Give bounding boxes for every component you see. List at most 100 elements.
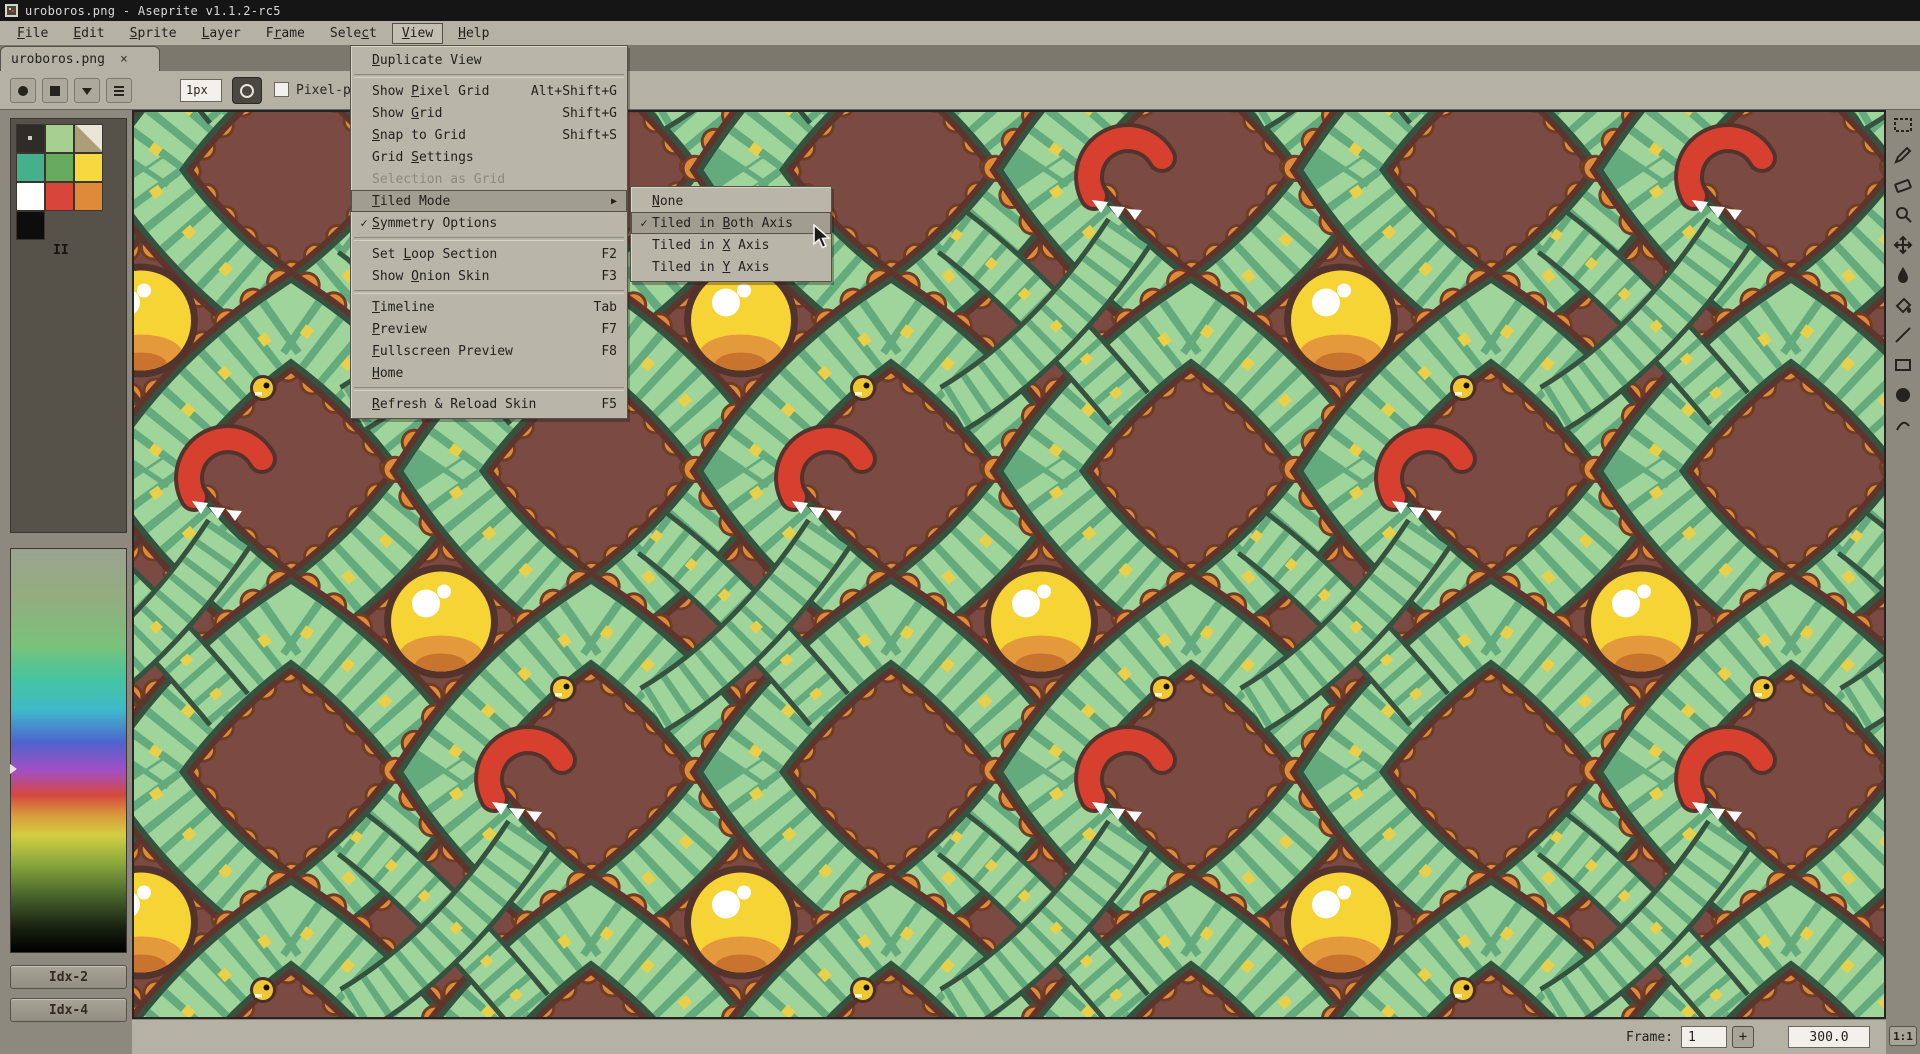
menu-item-shortcut: Tab (594, 300, 617, 315)
status-bar: Frame: 1 + 300.0 (132, 1019, 1886, 1054)
brush-size-input[interactable]: 1px (180, 79, 222, 102)
check-icon: ✓ (356, 216, 372, 230)
menu-item-label: Grid Settings (372, 150, 474, 165)
tool-contour[interactable] (1886, 410, 1920, 440)
menu-item-shortcut: Shift+S (562, 128, 617, 143)
tool-bar: 1:1 (1886, 110, 1920, 1054)
tab-close-icon[interactable]: × (117, 52, 131, 67)
menu-item-show-pixel-grid[interactable]: Show Pixel Grid Alt+Shift+G (351, 80, 627, 102)
menu-item-label: Tiled Mode (372, 194, 450, 209)
brush-preview-button[interactable] (232, 77, 262, 104)
menu-item-label: Set Loop Section (372, 247, 497, 262)
submenu-item-tiled-y-axis[interactable]: Tiled in Y Axis (631, 256, 831, 278)
palette-swatch[interactable] (16, 153, 45, 182)
menu-select[interactable]: Select (321, 24, 386, 43)
menu-edit[interactable]: Edit (64, 24, 113, 43)
menu-item-symmetry-options[interactable]: ✓ Symmetry Options (351, 212, 627, 234)
menu-view[interactable]: View (393, 24, 442, 43)
menu-item-duplicate-view[interactable]: Duplicate View (351, 49, 627, 71)
menu-item-label: Snap to Grid (372, 128, 466, 143)
menu-item-snap-to-grid[interactable]: Snap to Grid Shift+S (351, 124, 627, 146)
submenu-item-tiled-x-axis[interactable]: Tiled in X Axis (631, 234, 831, 256)
context-bar: 1px Pixel-perfect (0, 71, 1920, 110)
menu-item-selection-as-grid: Selection as Grid (351, 168, 627, 190)
index-button-2[interactable]: Idx-2 (10, 965, 127, 989)
menu-item-label: Show Onion Skin (372, 269, 489, 284)
index-button-4[interactable]: Idx-4 (10, 998, 127, 1022)
menu-separator (351, 234, 627, 243)
tool-zoom[interactable] (1886, 200, 1920, 230)
palette-swatch[interactable] (16, 211, 45, 240)
palette-swatch[interactable] (74, 182, 103, 211)
dropdown-arrow-button[interactable] (74, 78, 100, 103)
palette-swatch[interactable] (16, 124, 45, 153)
menu-separator (351, 71, 627, 80)
menu-item-shortcut: Shift+G (562, 106, 617, 121)
menu-item-label: Selection as Grid (372, 172, 505, 187)
palette-swatch[interactable] (45, 124, 74, 153)
menu-item-shortcut: F2 (601, 247, 617, 262)
palette-swatch[interactable] (74, 124, 103, 153)
tool-eyedropper[interactable] (1886, 260, 1920, 290)
tool-rectangle[interactable] (1886, 350, 1920, 380)
palette-swatches (16, 124, 106, 240)
brush-circle-button[interactable] (10, 78, 36, 103)
menu-item-show-grid[interactable]: Show Grid Shift+G (351, 102, 627, 124)
tool-pencil[interactable] (1886, 140, 1920, 170)
menu-item-refresh-reload-skin[interactable]: Refresh & Reload Skin F5 (351, 393, 627, 415)
menu-item-shortcut: F7 (601, 322, 617, 337)
palette-index-marker: II (53, 243, 69, 258)
menu-file[interactable]: File (8, 24, 57, 43)
tool-move[interactable] (1886, 230, 1920, 260)
zoom-reset-button[interactable]: 1:1 (1889, 1026, 1917, 1046)
menu-item-tiled-mode[interactable]: Tiled Mode ▶ (351, 190, 627, 212)
title-bar: uroboros.png - Aseprite v1.1.2-rc5 (0, 0, 1920, 21)
menu-separator (351, 384, 627, 393)
palette-panel: II (10, 118, 127, 533)
submenu-arrow-icon: ▶ (611, 196, 617, 207)
menu-sprite[interactable]: Sprite (121, 24, 186, 43)
menu-layer[interactable]: Layer (193, 24, 250, 43)
menu-help[interactable]: Help (449, 24, 498, 43)
options-menu-button[interactable] (106, 78, 132, 103)
tab-bar: uroboros.png × (0, 45, 1920, 71)
menu-item-grid-settings[interactable]: Grid Settings (351, 146, 627, 168)
zoom-input[interactable]: 300.0 (1788, 1026, 1870, 1048)
tool-eraser[interactable] (1886, 170, 1920, 200)
tiled-mode-submenu: None ✓ Tiled in Both Axis Tiled in X Axi… (630, 186, 832, 282)
menu-separator (351, 287, 627, 296)
brush-square-button[interactable] (42, 78, 68, 103)
tool-filled-ellipse[interactable] (1886, 380, 1920, 410)
palette-swatch[interactable] (74, 153, 103, 182)
add-frame-button[interactable]: + (1732, 1026, 1754, 1048)
palette-swatch[interactable] (45, 153, 74, 182)
menu-item-preview[interactable]: Preview F7 (351, 318, 627, 340)
tab-uroboros[interactable]: uroboros.png × (0, 46, 160, 71)
menu-item-set-loop-section[interactable]: Set Loop Section F2 (351, 243, 627, 265)
cursor-icon (812, 224, 838, 252)
palette-swatch[interactable] (16, 182, 45, 211)
menu-bar: File Edit Sprite Layer Frame Select View… (0, 21, 1920, 45)
submenu-item-none[interactable]: None (631, 190, 831, 212)
menu-frame[interactable]: Frame (257, 24, 314, 43)
tool-rectangular-marquee[interactable] (1886, 110, 1920, 140)
frame-input[interactable]: 1 (1681, 1026, 1727, 1048)
submenu-item-tiled-both-axis[interactable]: ✓ Tiled in Both Axis (631, 212, 831, 234)
frame-label: Frame: (1626, 1030, 1673, 1045)
menu-item-show-onion-skin[interactable]: Show Onion Skin F3 (351, 265, 627, 287)
tool-paint-bucket[interactable] (1886, 290, 1920, 320)
pixel-perfect-checkbox[interactable] (274, 82, 289, 97)
menu-item-label: Timeline (372, 300, 435, 315)
menu-item-label: Refresh & Reload Skin (372, 397, 536, 412)
tab-label: uroboros.png (11, 52, 105, 67)
tool-line[interactable] (1886, 320, 1920, 350)
palette-swatch[interactable] (45, 182, 74, 211)
menu-item-timeline[interactable]: Timeline Tab (351, 296, 627, 318)
color-spectrum-picker[interactable] (10, 548, 127, 953)
menu-item-shortcut: F8 (601, 344, 617, 359)
menu-item-home[interactable]: Home (351, 362, 627, 384)
menu-item-label: Show Pixel Grid (372, 84, 489, 99)
menu-item-label: Tiled in X Axis (652, 238, 769, 253)
menu-item-fullscreen-preview[interactable]: Fullscreen Preview F8 (351, 340, 627, 362)
menu-item-label: Symmetry Options (372, 216, 497, 231)
